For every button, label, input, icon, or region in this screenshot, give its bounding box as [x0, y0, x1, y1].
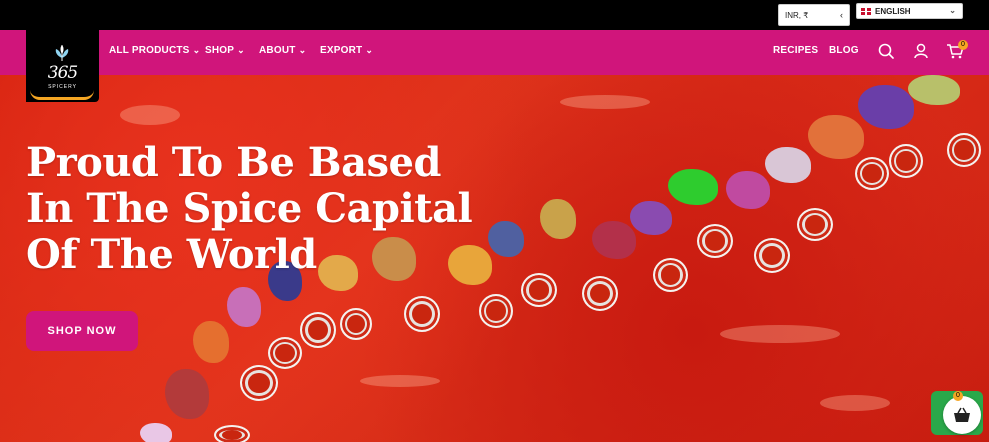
- headline-line-2: In The Spice Capital: [26, 185, 473, 232]
- spice-bowl: [268, 337, 302, 369]
- spice-bowl: [300, 312, 336, 348]
- worker-figure: [765, 147, 811, 183]
- worker-figure: [193, 321, 229, 363]
- nav-export[interactable]: EXPORT ⌄: [320, 45, 373, 56]
- worker-figure: [858, 85, 914, 129]
- worker-figure: [726, 171, 770, 209]
- cart-count-badge: 0: [958, 40, 968, 50]
- currency-value: INR, ₹: [785, 10, 809, 20]
- worker-figure: [808, 115, 864, 159]
- logo-swoosh: [30, 90, 94, 100]
- spice-bowl: [797, 208, 833, 241]
- hero-headline: Proud To Be Based In The Spice Capital O…: [26, 140, 526, 278]
- spice-bowl: [947, 133, 981, 167]
- spice-bowl: [653, 258, 688, 292]
- nav-blog[interactable]: BLOG: [829, 45, 859, 56]
- worker-figure: [540, 199, 576, 239]
- worker-figure: [227, 287, 261, 327]
- spice-bowl: [479, 294, 513, 328]
- chevron-left-icon: ‹: [840, 10, 843, 20]
- shop-now-button[interactable]: SHOP NOW: [26, 311, 138, 351]
- nav-recipes[interactable]: RECIPES: [773, 45, 818, 56]
- floating-cart-button[interactable]: 0: [931, 391, 983, 435]
- spice-bowl: [521, 273, 557, 307]
- nav-label: EXPORT: [320, 45, 363, 56]
- worker-figure: [165, 369, 209, 419]
- language-value: ENGLISH: [875, 6, 911, 16]
- floating-cart-circle: [943, 396, 981, 434]
- brand-number: 365: [47, 63, 78, 83]
- search-icon[interactable]: [877, 42, 895, 60]
- nav-label: ALL PRODUCTS: [109, 45, 190, 56]
- worker-figure: [630, 201, 672, 235]
- spice-bowl: [240, 365, 278, 401]
- chevron-down-icon: ⌄: [365, 45, 374, 55]
- spice-bowl: [582, 276, 618, 311]
- spice-bowl: [889, 144, 923, 178]
- nav-all-products[interactable]: ALL PRODUCTS ⌄: [109, 45, 200, 56]
- floating-cart-count: 0: [953, 391, 963, 401]
- chevron-down-icon: ⌄: [192, 45, 201, 55]
- spice-bowl: [697, 224, 733, 258]
- chevron-down-icon: ⌄: [237, 45, 245, 55]
- chevron-down-icon: ⌄: [298, 45, 307, 55]
- worker-figure: [908, 75, 960, 105]
- basket-icon: [954, 407, 970, 422]
- worker-figure: [140, 423, 172, 442]
- language-selector[interactable]: ENGLISH ⌄: [856, 3, 963, 19]
- headline-line-1: Proud To Be Based: [26, 139, 441, 186]
- spice-bowl: [855, 157, 889, 190]
- currency-selector[interactable]: INR, ₹ ‹: [778, 4, 850, 26]
- nav-label: SHOP: [205, 45, 235, 56]
- chevron-down-icon: ⌄: [949, 6, 956, 15]
- spice-bowl: [340, 308, 372, 340]
- nav-label: BLOG: [829, 45, 859, 56]
- nav-label: ABOUT: [259, 45, 296, 56]
- spice-bowl: [754, 238, 790, 273]
- nav-shop[interactable]: SHOP ⌄: [205, 45, 245, 56]
- user-icon[interactable]: [912, 42, 930, 60]
- brand-logo[interactable]: 365 SPICERY: [26, 30, 99, 102]
- spice-bowl: [214, 425, 250, 442]
- nav-label: RECIPES: [773, 45, 819, 56]
- uk-flag-icon: [861, 7, 871, 15]
- worker-figure: [592, 221, 636, 259]
- leaf-icon: [55, 45, 69, 61]
- nav-about[interactable]: ABOUT ⌄: [259, 45, 306, 56]
- headline-line-3: Of The World: [26, 231, 317, 278]
- spice-bowl: [404, 296, 440, 332]
- worker-figure: [668, 169, 718, 205]
